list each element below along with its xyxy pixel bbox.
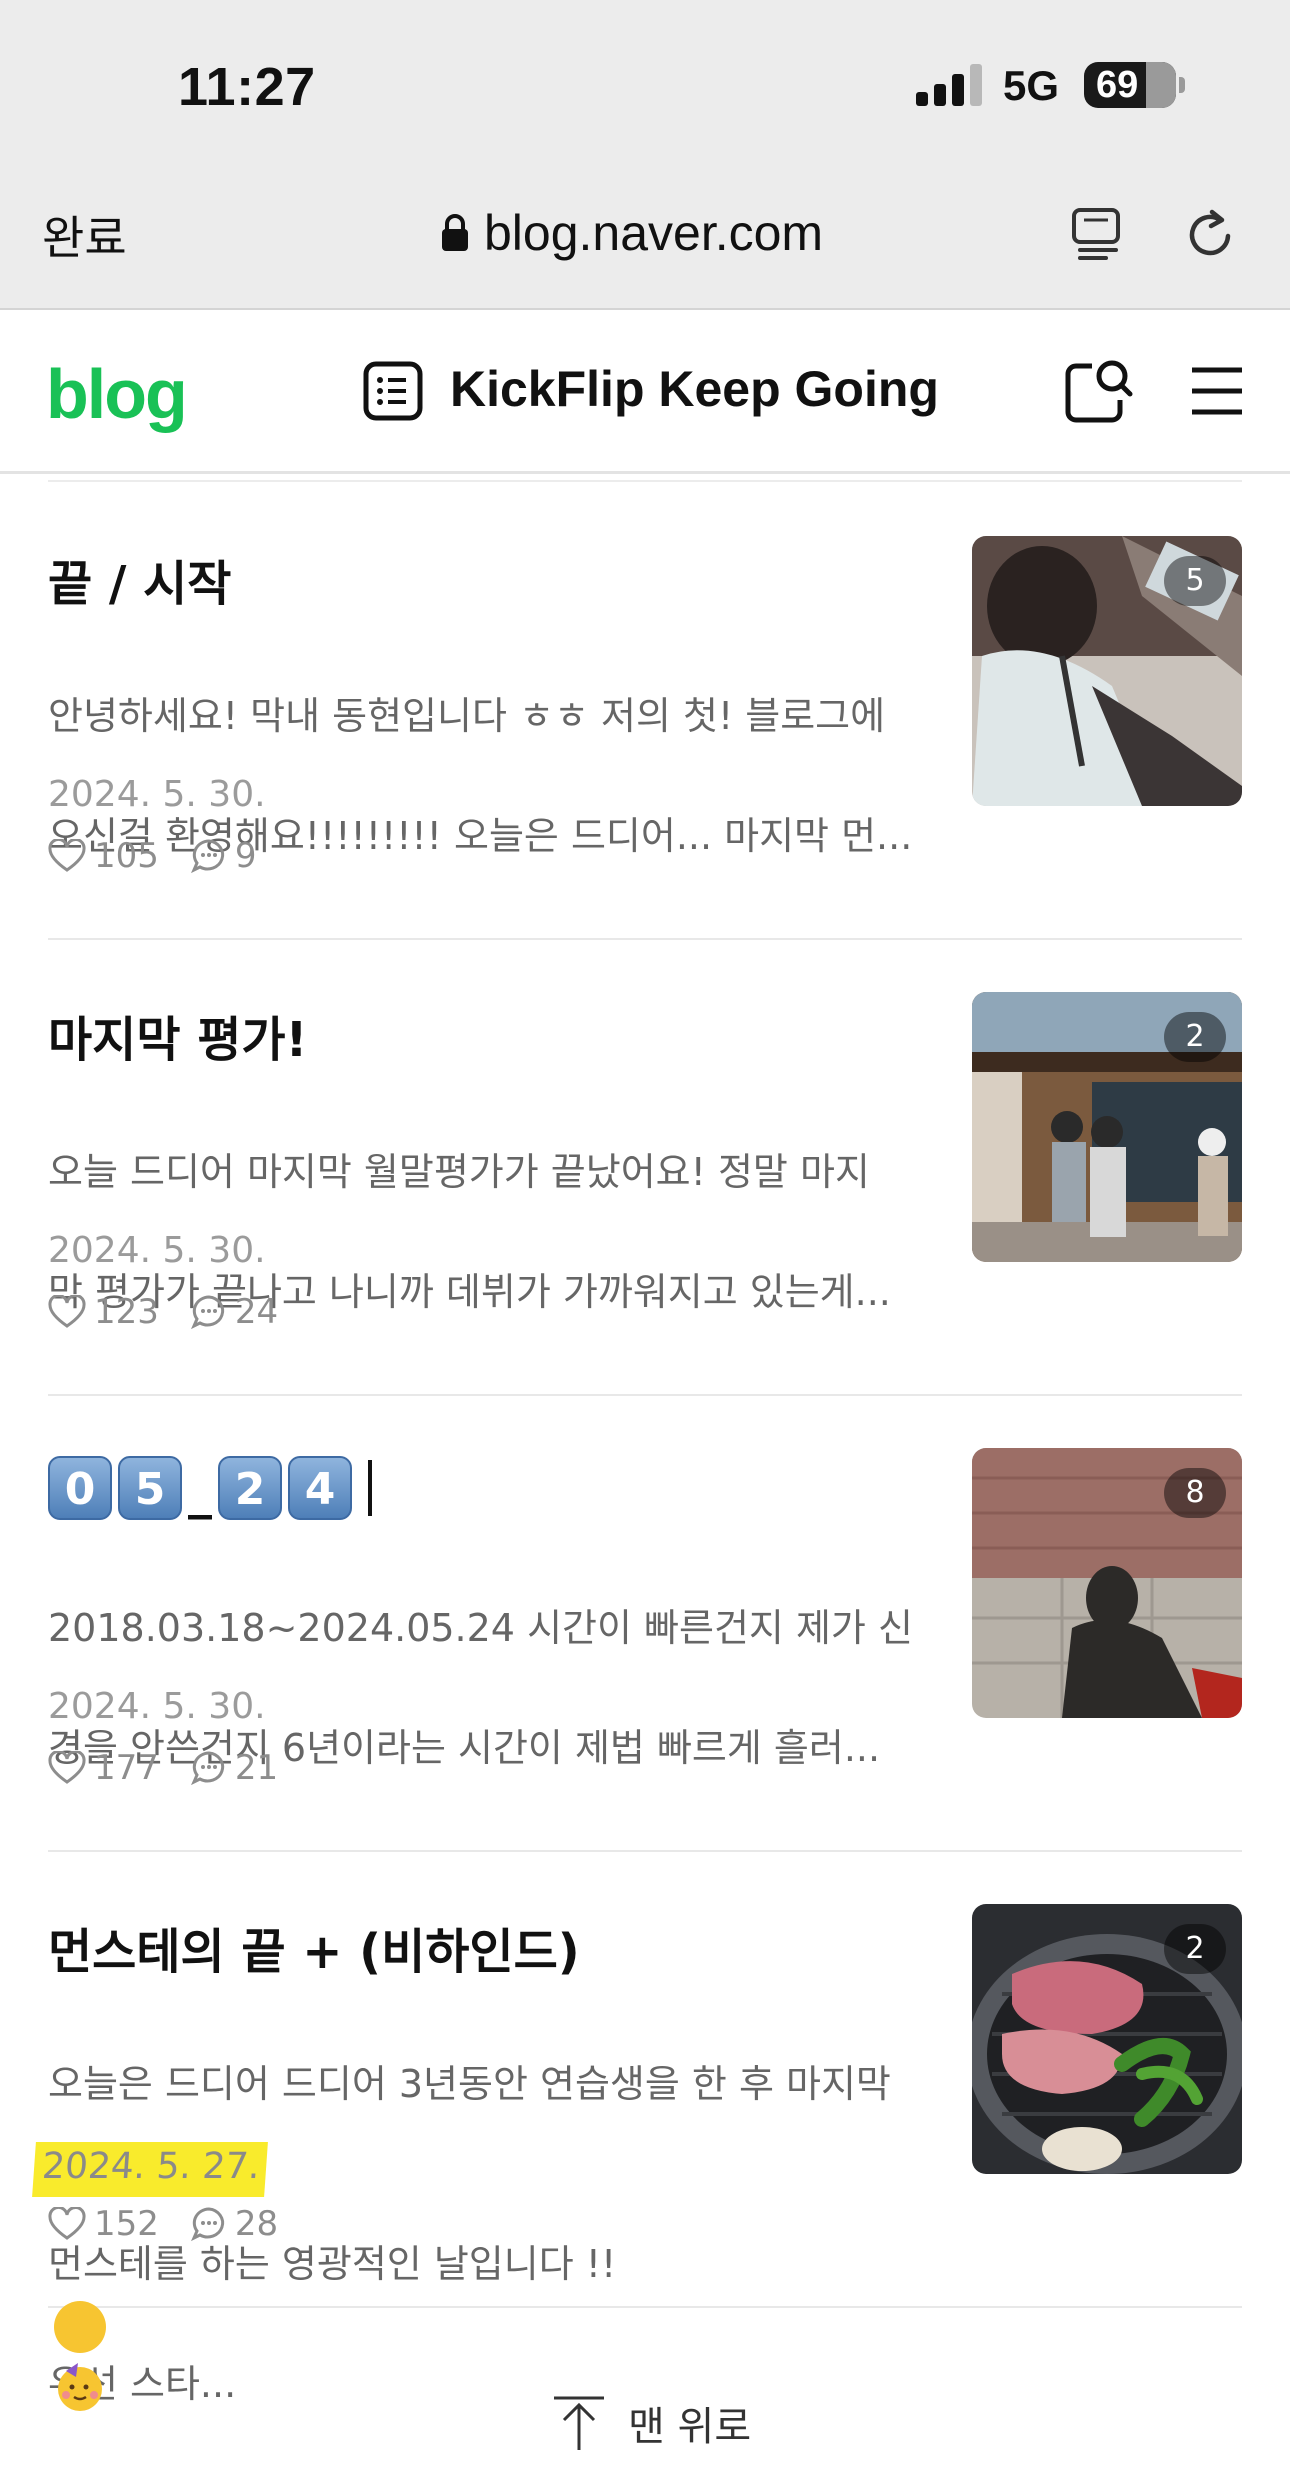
- reader-icon[interactable]: [1070, 206, 1126, 262]
- post-title[interactable]: 0 5 _ 2 4: [48, 1456, 948, 1520]
- post-title[interactable]: 끝 / 시작: [48, 544, 948, 614]
- post-thumbnail[interactable]: 2: [972, 1904, 1242, 2174]
- photo-count-badge: 2: [1164, 1012, 1226, 1062]
- photo-count-badge: 2: [1164, 1924, 1226, 1974]
- keycap-digit: 5: [118, 1456, 182, 1520]
- done-button[interactable]: 완료: [42, 202, 127, 268]
- post-item[interactable]: 끝 / 시작 안녕하세요! 막내 동현입니다 ㅎㅎ 저의 첫! 블로그에 오신걸…: [48, 484, 1242, 940]
- post-thumbnail[interactable]: 2: [972, 992, 1242, 1262]
- like-count: 105: [94, 836, 159, 876]
- post-title[interactable]: 마지막 평가!: [48, 1000, 948, 1070]
- comment-icon[interactable]: [190, 1750, 227, 1786]
- blog-title[interactable]: KickFlip Keep Going: [450, 360, 939, 418]
- heart-icon[interactable]: [48, 1751, 86, 1785]
- network-type: 5G: [1003, 62, 1060, 109]
- keycap-digit: 0: [48, 1456, 112, 1520]
- divider: [48, 480, 1242, 482]
- comment-count: 28: [234, 2204, 279, 2244]
- status-time: 11:27: [178, 57, 316, 117]
- comment-count: 9: [234, 836, 257, 876]
- blog-header: blog KickFlip Keep Going: [0, 310, 1290, 474]
- comment-count: 21: [234, 1748, 279, 1788]
- battery-icon: 69: [1084, 62, 1185, 108]
- battery-level: 69: [1096, 64, 1139, 106]
- like-count: 177: [94, 1748, 159, 1788]
- keycap-digit: 2: [218, 1456, 282, 1520]
- comment-icon[interactable]: [190, 1294, 227, 1330]
- heart-icon[interactable]: [48, 1295, 86, 1329]
- post-date: 2024. 5. 30.: [48, 774, 266, 815]
- excerpt-text: 먼스테를 하는 영광적인 날입니다 !!: [48, 2242, 617, 2286]
- cellular-signal-icon: [916, 64, 982, 106]
- menu-icon[interactable]: [1188, 362, 1246, 420]
- title-separator: _: [188, 1464, 212, 1520]
- blog-logo[interactable]: blog: [46, 354, 188, 434]
- comment-icon[interactable]: [190, 2206, 227, 2242]
- post-stats: 152 28: [48, 2204, 300, 2244]
- post-item[interactable]: 마지막 평가! 오늘 드디어 마지막 월말평가가 끝났어요! 정말 마지 막 평…: [48, 940, 1242, 1396]
- like-count: 123: [94, 1292, 159, 1332]
- post-date: 2024. 5. 30.: [48, 1686, 266, 1727]
- back-to-top-button[interactable]: 맨 위로: [552, 2394, 751, 2452]
- search-icon[interactable]: [1062, 354, 1134, 426]
- post-item[interactable]: 먼스테의 끝 + (비하인드) 오늘은 드디어 드디어 3년동안 연습생을 한 …: [32, 1852, 1242, 2411]
- post-thumbnail[interactable]: 8: [972, 1448, 1242, 1718]
- address-bar[interactable]: blog.naver.com: [440, 198, 823, 268]
- lock-icon: [442, 214, 468, 251]
- photo-count-badge: 8: [1164, 1468, 1226, 1518]
- excerpt-line: 오늘 드디어 마지막 월말평가가 끝났어요! 정말 마지: [48, 1150, 870, 1194]
- heart-icon[interactable]: [48, 2207, 86, 2241]
- url-text: blog.naver.com: [484, 205, 824, 261]
- post-stats: 105 9: [48, 836, 279, 876]
- post-list-icon[interactable]: [362, 360, 424, 422]
- post-stats: 123 24: [48, 1292, 300, 1332]
- excerpt-line: 안녕하세요! 막내 동현입니다 ㅎㅎ 저의 첫! 블로그에: [48, 694, 886, 738]
- keycap-digit: 4: [288, 1456, 352, 1520]
- post-thumbnail[interactable]: 5: [972, 536, 1242, 806]
- heart-icon[interactable]: [48, 839, 86, 873]
- party-face-emoji-icon: [54, 2300, 106, 2411]
- post-date-highlighted: 2024. 5. 27.: [32, 2142, 268, 2197]
- like-count: 152: [94, 2204, 159, 2244]
- comment-count: 24: [234, 1292, 279, 1332]
- browser-chrome: 11:27 5G 69 완료 blog.naver.com: [0, 0, 1290, 310]
- text-cursor: [368, 1460, 372, 1516]
- post-stats: 177 21: [48, 1748, 300, 1788]
- post-date: 2024. 5. 30.: [48, 1230, 266, 1271]
- post-item[interactable]: 0 5 _ 2 4 2018.03.18~2024.05.24 시간이 빠른건지 제가 …: [48, 1396, 1242, 1852]
- arrow-up-icon: [554, 2396, 604, 2450]
- excerpt-line: 2018.03.18~2024.05.24 시간이 빠른건지 제가 신: [48, 1606, 913, 1650]
- post-title[interactable]: 먼스테의 끝 + (비하인드): [48, 1912, 948, 1982]
- excerpt-line: 오늘은 드디어 드디어 3년동안 연습생을 한 후 마지막: [48, 2062, 891, 2106]
- photo-count-badge: 5: [1164, 556, 1226, 606]
- reload-icon[interactable]: [1180, 204, 1240, 264]
- comment-icon[interactable]: [190, 838, 227, 874]
- back-to-top-label: 맨 위로: [628, 2404, 752, 2450]
